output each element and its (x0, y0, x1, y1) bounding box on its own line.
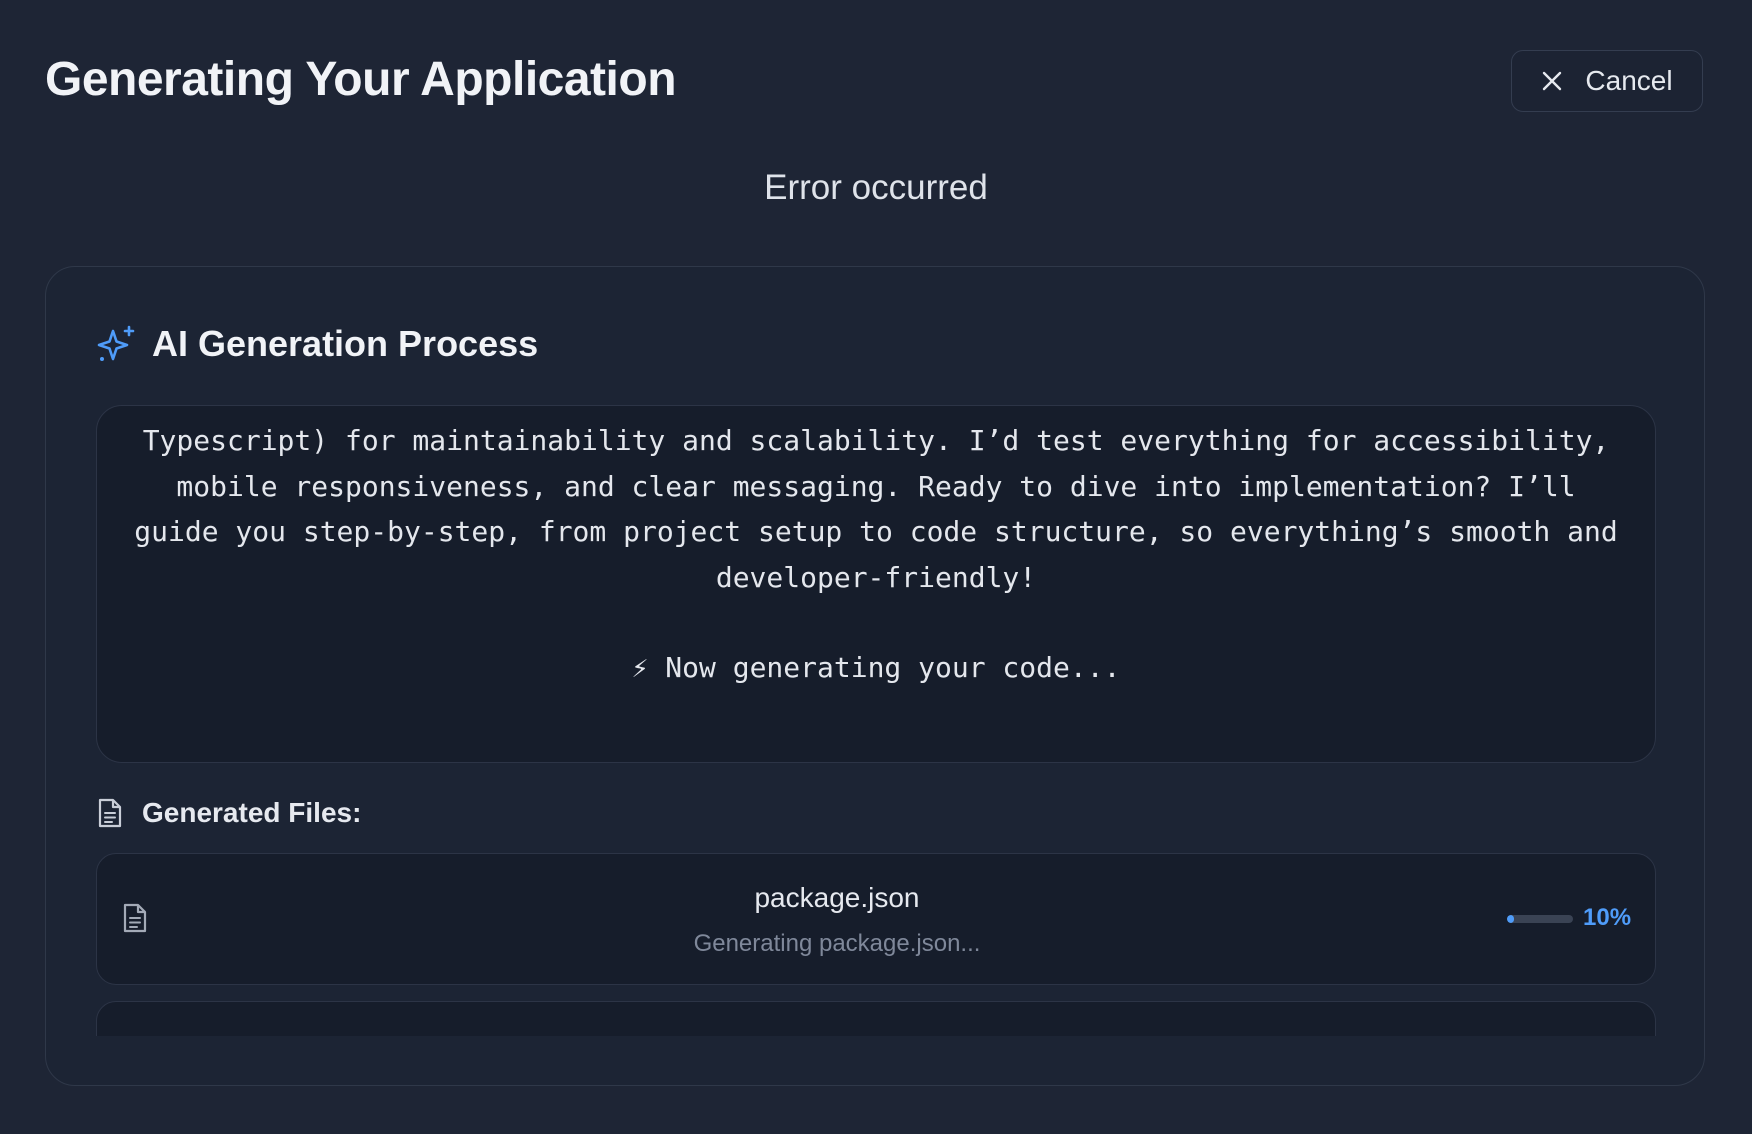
ai-generation-title: AI Generation Process (152, 323, 539, 364)
generation-log-status: ⚡ Now generating your code... (631, 651, 1121, 684)
page-title: Generating Your Application (45, 53, 677, 106)
file-item-package-json[interactable]: package.json Generating package.json... … (96, 853, 1656, 985)
file-status: Generating package.json... (693, 930, 981, 957)
generation-dialog: Generating Your Application Cancel Error… (0, 0, 1752, 1134)
document-icon (96, 797, 124, 829)
cancel-button-label: Cancel (1585, 65, 1673, 96)
file-progress-bar (1507, 915, 1573, 923)
generated-files-list[interactable]: package.json Generating package.json... … (96, 853, 1656, 1036)
generation-log[interactable]: Typescript) for maintainability and scal… (96, 405, 1656, 763)
generated-files-title: Generated Files: (142, 797, 362, 828)
close-icon (1541, 70, 1563, 92)
generation-log-text: Typescript) for maintainability and scal… (134, 424, 1618, 594)
generated-files-header: Generated Files: (96, 797, 361, 829)
file-name: package.json (754, 882, 920, 913)
file-item[interactable] (96, 1001, 1656, 1036)
sparkles-icon (96, 324, 136, 364)
file-progress-label: 10% (1583, 904, 1632, 931)
ai-generation-header: AI Generation Process (96, 323, 538, 365)
file-progress-fill (1507, 915, 1514, 923)
ai-generation-card: AI Generation Process Typescript) for ma… (45, 266, 1705, 1086)
cancel-button[interactable]: Cancel (1511, 50, 1703, 112)
status-message: Error occurred (764, 168, 988, 207)
